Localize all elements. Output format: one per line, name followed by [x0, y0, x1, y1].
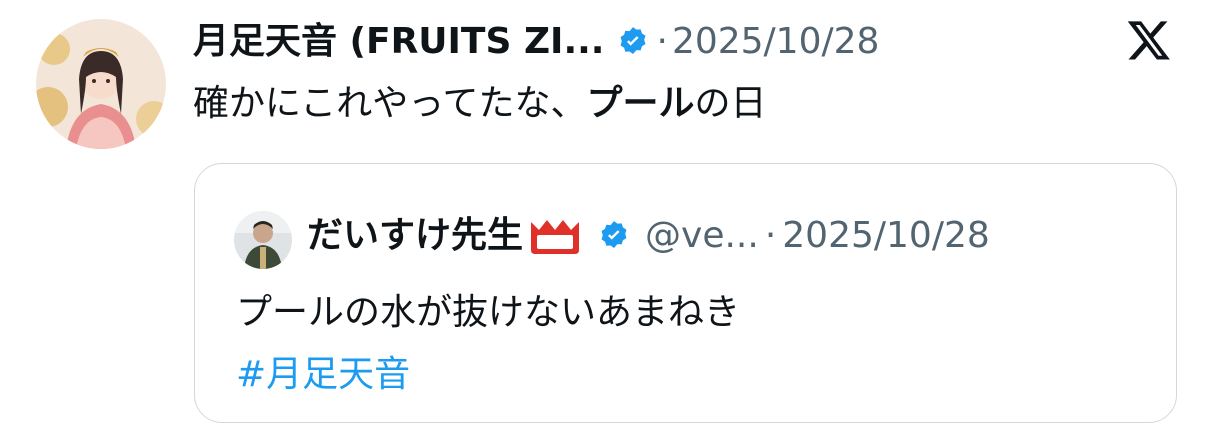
- tweet-date[interactable]: 2025/10/28: [672, 16, 880, 68]
- verified-badge-icon: [616, 25, 650, 59]
- hashtag-link[interactable]: #月足天音: [236, 349, 410, 401]
- tweet-text-part1: 確かにこれやってたな、: [193, 83, 587, 124]
- quoted-tweet-card[interactable]: だいすけ先生 @ve... · 2025/10/28 プールの水が抜けないあまね…: [194, 163, 1177, 423]
- tweet-text-bold: プール: [586, 83, 695, 124]
- author-avatar[interactable]: [36, 19, 166, 149]
- x-logo-icon[interactable]: [1126, 17, 1172, 63]
- new-button-emoji-icon: [527, 216, 583, 256]
- tweet-text: 確かにこれやってたな、プールの日: [193, 78, 767, 130]
- author-name[interactable]: 月足天音 (FRUITS ZI...: [193, 16, 604, 68]
- quoted-tweet-text: プールの水が抜けないあまねき: [236, 292, 741, 333]
- quoted-tweet-date[interactable]: 2025/10/28: [782, 210, 990, 262]
- tweet-text-part2: の日: [694, 83, 767, 124]
- verified-badge-icon: [597, 219, 631, 253]
- separator-dot: ·: [656, 21, 668, 62]
- quoted-author-avatar[interactable]: [234, 211, 292, 269]
- quoted-tweet-header: だいすけ先生 @ve... · 2025/10/28: [307, 210, 990, 262]
- tweet-header: 月足天音 (FRUITS ZI... · 2025/10/28: [193, 16, 879, 68]
- separator-dot: ·: [764, 215, 777, 256]
- quoted-author-name[interactable]: だいすけ先生: [307, 210, 523, 262]
- quoted-author-handle[interactable]: @ve...: [645, 210, 759, 262]
